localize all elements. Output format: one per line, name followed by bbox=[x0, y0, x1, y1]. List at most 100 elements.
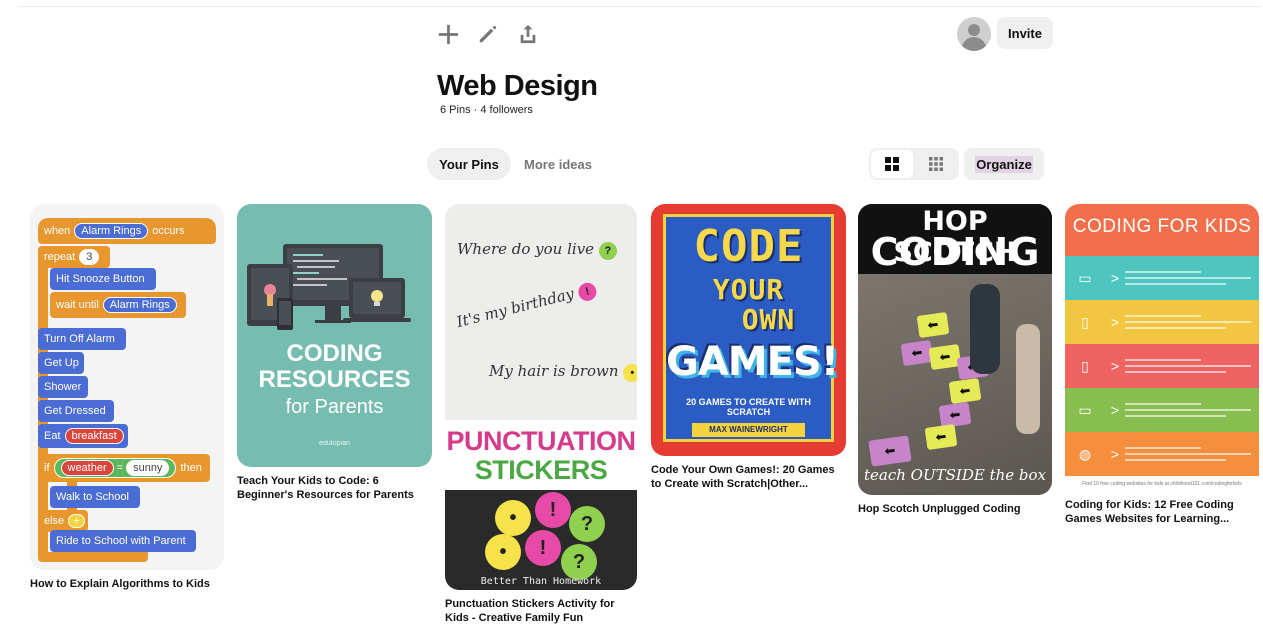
cover-word: CODE bbox=[693, 221, 804, 272]
invite-button[interactable]: Invite bbox=[997, 17, 1053, 49]
pin-heading: CODING bbox=[870, 230, 1040, 274]
band-text bbox=[1125, 443, 1259, 465]
grid-large-icon bbox=[885, 157, 899, 171]
period-sticker: • bbox=[623, 364, 637, 382]
wait-until-block: wait until Alarm Rings bbox=[50, 292, 186, 318]
pin-image[interactable]: CODE YOUR OWN GAMES! 20 GAMES TO CREATE … bbox=[651, 204, 846, 456]
info-band: ▯ > bbox=[1065, 344, 1259, 388]
repeat-block: repeat 3 bbox=[38, 246, 110, 268]
block-text: then bbox=[180, 462, 202, 474]
hopscotch-tile: ⬅ bbox=[938, 402, 972, 428]
chevron-right-icon: > bbox=[1110, 270, 1120, 286]
pin-source-tag: Better Than Homework bbox=[480, 576, 602, 587]
pin-title[interactable]: Punctuation Stickers Activity for Kids -… bbox=[445, 597, 637, 625]
pin-image[interactable]: CODING FOR KIDS ▭ > ▯ > ▯ > ▭ > ◍ > Find… bbox=[1065, 204, 1259, 491]
pin-card[interactable]: Where do you live ? It's my birthday ! M… bbox=[445, 204, 637, 625]
share-board-button[interactable] bbox=[516, 20, 540, 48]
add-pin-button[interactable] bbox=[436, 20, 460, 48]
organize-button[interactable]: Organize bbox=[964, 148, 1044, 180]
book-cover: CODE YOUR OWN GAMES! 20 GAMES TO CREATE … bbox=[663, 214, 839, 442]
tab-more-ideas[interactable]: More ideas bbox=[517, 148, 599, 180]
info-band: ▭ > bbox=[1065, 388, 1259, 432]
pin-footer: teach OUTSIDE the box bbox=[864, 466, 1046, 484]
block-pill: breakfast bbox=[64, 428, 124, 444]
user-avatar[interactable] bbox=[957, 17, 991, 51]
cover-word: GAMES! bbox=[666, 339, 839, 385]
handwritten-line: Where do you live ? bbox=[457, 240, 617, 260]
block-text: if bbox=[44, 462, 50, 474]
block-pill: Alarm Rings bbox=[102, 297, 177, 313]
chevron-right-icon: > bbox=[1110, 358, 1120, 374]
monitor-icon: ▭ bbox=[1078, 401, 1092, 418]
eat-block: Eat breakfast bbox=[38, 424, 128, 448]
walk-to-school-block: Walk to School bbox=[50, 486, 140, 508]
brain-icon: ◍ bbox=[1078, 445, 1092, 462]
period-sticker: • bbox=[485, 534, 521, 570]
if-block: if weather = sunny then bbox=[38, 454, 210, 482]
pin-card[interactable]: when Alarm Rings occurs repeat 3 Hit Sno… bbox=[30, 204, 224, 591]
layout-compact-grid-button[interactable] bbox=[915, 150, 957, 178]
pin-title[interactable]: Hop Scotch Unplugged Coding bbox=[858, 502, 1052, 516]
tab-your-pins[interactable]: Your Pins bbox=[427, 148, 511, 180]
block-text: occurs bbox=[152, 225, 185, 237]
pin-title[interactable]: Coding for Kids: 12 Free Coding Games We… bbox=[1065, 498, 1259, 526]
handwritten-line: My hair is brown • bbox=[489, 362, 637, 382]
block-pill: 3 bbox=[79, 249, 100, 265]
hit-snooze-block: Hit Snooze Button bbox=[50, 268, 156, 290]
pin-heading: STICKERS bbox=[474, 455, 608, 485]
get-dressed-block: Get Dressed bbox=[38, 400, 114, 422]
pin-source-tag: edutopian bbox=[319, 440, 350, 447]
chevron-right-icon: > bbox=[1110, 314, 1120, 330]
pin-subheading: for Parents bbox=[285, 396, 384, 418]
board-meta: 6 Pins · 4 followers bbox=[440, 104, 533, 116]
child-figure bbox=[1016, 324, 1040, 434]
block-end-cap bbox=[38, 552, 148, 562]
pin-card[interactable]: HOP SCOTCH CODING ⬅ ⬅ ⬅ ⬅ ⬅ ⬅ ⬅ ⬅ teach … bbox=[858, 204, 1052, 516]
pin-image[interactable]: Where do you live ? It's my birthday ! M… bbox=[445, 204, 637, 590]
block-pill: + bbox=[68, 514, 85, 528]
board-title: Web Design bbox=[437, 70, 598, 102]
stickers-photo: • ! ? • ! ? bbox=[445, 490, 637, 590]
hopscotch-tile: ⬅ bbox=[916, 312, 950, 338]
edit-board-button[interactable] bbox=[476, 20, 500, 48]
pin-heading: CODING FOR KIDS bbox=[1065, 204, 1259, 256]
pin-heading: CODING bbox=[286, 340, 383, 367]
pin-title[interactable]: Code Your Own Games!: 20 Games to Create… bbox=[651, 463, 846, 491]
handwritten-line: It's my birthday ! bbox=[455, 279, 599, 333]
layout-large-grid-button[interactable] bbox=[871, 150, 913, 178]
pin-title[interactable]: How to Explain Algorithms to Kids bbox=[30, 577, 224, 591]
handwritten-text: My hair is brown bbox=[489, 362, 619, 380]
pin-image[interactable]: CODING RESOURCES for Parents edutopian bbox=[237, 204, 432, 467]
info-band: ◍ > bbox=[1065, 432, 1259, 476]
pin-card[interactable]: CODE YOUR OWN GAMES! 20 GAMES TO CREATE … bbox=[651, 204, 846, 491]
exclamation-sticker: ! bbox=[525, 530, 561, 566]
shower-block: Shower bbox=[38, 376, 88, 398]
when-block: when Alarm Rings occurs bbox=[38, 218, 216, 244]
pin-image[interactable]: when Alarm Rings occurs repeat 3 Hit Sno… bbox=[30, 204, 224, 570]
board-toolbar bbox=[436, 20, 540, 48]
devices-illustration bbox=[247, 244, 411, 330]
pin-heading: PUNCTUATION bbox=[446, 426, 636, 456]
hopscotch-tile: ⬅ bbox=[924, 424, 958, 450]
band-text bbox=[1125, 311, 1259, 333]
phone-icon: ▯ bbox=[1081, 357, 1089, 374]
pin-header: HOP SCOTCH CODING bbox=[858, 204, 1052, 274]
block-pill: sunny bbox=[126, 460, 170, 476]
handwriting-photo: Where do you live ? It's my birthday ! M… bbox=[445, 204, 637, 420]
block-text: when bbox=[44, 225, 71, 237]
layout-toggle bbox=[869, 148, 959, 180]
hopscotch-tile: ⬅ bbox=[868, 435, 912, 467]
pin-image[interactable]: HOP SCOTCH CODING ⬅ ⬅ ⬅ ⬅ ⬅ ⬅ ⬅ ⬅ teach … bbox=[858, 204, 1052, 495]
pin-card[interactable]: CODING RESOURCES for Parents edutopian T… bbox=[237, 204, 432, 502]
else-block: else + bbox=[38, 510, 88, 532]
handwritten-text: Where do you live bbox=[457, 240, 595, 258]
band-text bbox=[1125, 267, 1259, 289]
pin-card[interactable]: CODING FOR KIDS ▭ > ▯ > ▯ > ▭ > ◍ > Find… bbox=[1065, 204, 1259, 526]
question-sticker: ? bbox=[561, 544, 597, 580]
grid-compact-icon bbox=[929, 157, 943, 171]
question-sticker: ? bbox=[598, 242, 617, 260]
pin-title[interactable]: Teach Your Kids to Code: 6 Beginner's Re… bbox=[237, 474, 432, 502]
get-up-block: Get Up bbox=[38, 352, 84, 374]
laptop-icon: ▭ bbox=[1078, 269, 1092, 286]
band-text bbox=[1125, 399, 1259, 421]
